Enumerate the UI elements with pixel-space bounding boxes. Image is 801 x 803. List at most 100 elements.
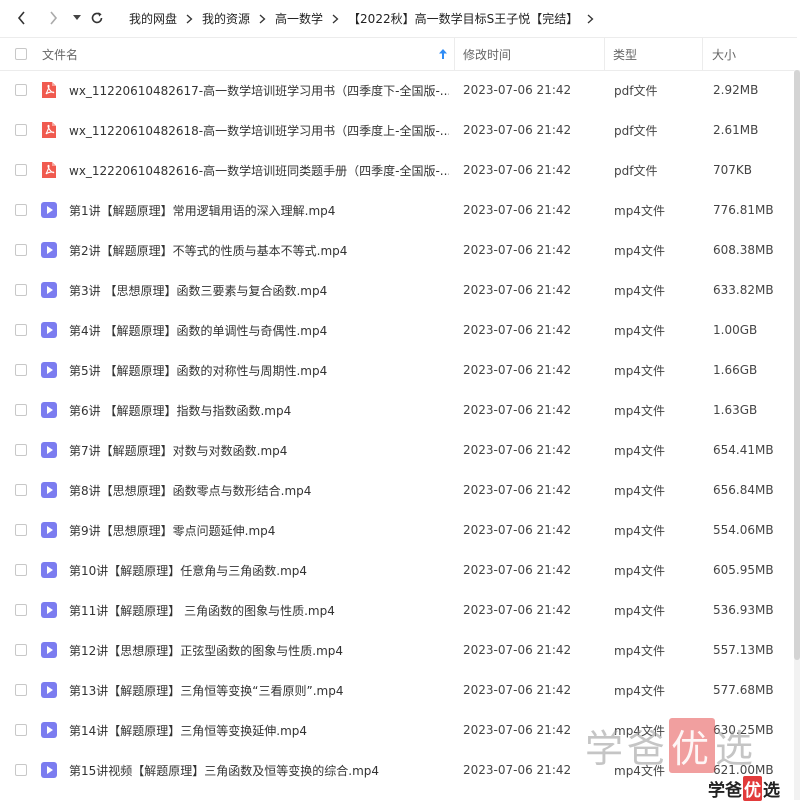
row-checkbox[interactable] [15,444,27,456]
watermark-char: 学 [708,781,725,801]
breadcrumb-item[interactable]: 我的网盘 [129,10,177,27]
row-checkbox[interactable] [15,204,27,216]
table-row[interactable]: 第8讲【思想原理】函数零点与数形结合.mp4 2023-07-06 21:42 mp… [0,470,797,510]
table-row[interactable]: 第7讲【解题原理】对数与对数函数.mp4 2023-07-06 21:42 mp4文… [0,430,797,470]
row-checkbox[interactable] [15,724,27,736]
row-checkbox[interactable] [15,484,27,496]
row-checkbox[interactable] [15,324,27,336]
modified-time: 2023-07-06 21:42 [463,83,572,97]
file-size: 536.93MB [713,603,774,617]
column-divider[interactable] [454,38,455,70]
file-type: mp4文件 [614,363,665,378]
file-type: pdf文件 [614,163,658,178]
video-icon [41,322,57,338]
file-name: 第13讲【解题原理】三角恒等变换“三看原则”.mp4 [69,683,344,698]
file-type: pdf文件 [614,123,658,138]
table-row[interactable]: 第4讲 【解题原理】函数的单调性与奇偶性.mp4 2023-07-06 21:42… [0,310,797,350]
pdf-icon [42,162,56,178]
table-row[interactable]: wx_11220610482618-高一数学培训班学习用书（四季度上-全国版-.… [0,110,797,150]
breadcrumb: 我的网盘 我的资源 高一数学 【2022秋】高一数学目标S王子悦【完结】 [129,0,603,37]
file-name: 第7讲【解题原理】对数与对数函数.mp4 [69,443,288,458]
breadcrumb-item[interactable]: 【2022秋】高一数学目标S王子悦【完结】 [348,10,578,27]
table-row[interactable]: 第11讲【解题原理】 三角函数的图象与性质.mp4 2023-07-06 21:4… [0,590,797,630]
column-label-size: 大小 [712,47,737,62]
file-type: mp4文件 [614,443,665,458]
forward-button[interactable] [43,8,63,28]
file-name: 第6讲 【解题原理】指数与指数函数.mp4 [69,403,292,418]
refresh-icon [91,12,103,24]
column-divider[interactable] [604,38,605,70]
column-header-size[interactable]: 大小 [712,38,736,70]
table-row[interactable]: 第12讲【思想原理】正弦型函数的图象与性质.mp4 2023-07-06 21:4… [0,630,797,670]
row-checkbox[interactable] [15,164,27,176]
watermark-char: 优 [743,776,762,801]
chevron-right-icon [259,14,266,24]
file-size: 554.06MB [713,523,774,537]
breadcrumb-more-chevron[interactable] [587,14,594,24]
file-name: 第12讲【思想原理】正弦型函数的图象与性质.mp4 [69,643,344,658]
column-header-name[interactable]: 文件名 [42,38,452,70]
file-size: 1.63GB [713,403,758,417]
breadcrumb-item[interactable]: 我的资源 [202,10,250,27]
row-checkbox[interactable] [15,244,27,256]
breadcrumb-item[interactable]: 高一数学 [275,10,323,27]
file-name: wx_12220610482616-高一数学培训班同类题手册（四季度-全国版-.… [69,163,449,178]
column-label-type: 类型 [613,47,638,62]
file-name: 第11讲【解题原理】 三角函数的图象与性质.mp4 [69,603,335,618]
row-checkbox[interactable] [15,124,27,136]
video-icon [41,722,57,738]
file-type: mp4文件 [614,483,665,498]
pdf-icon [42,82,56,98]
row-checkbox[interactable] [15,364,27,376]
table-row[interactable]: 第3讲 【思想原理】函数三要素与复合函数.mp4 2023-07-06 21:42… [0,270,797,310]
table-row[interactable]: wx_11220610482617-高一数学培训班学习用书（四季度下-全国版-.… [0,70,797,110]
file-type: mp4文件 [614,403,665,418]
row-checkbox[interactable] [15,404,27,416]
file-size: 776.81MB [713,203,774,217]
select-all-checkbox[interactable] [15,48,27,60]
row-checkbox[interactable] [15,564,27,576]
video-icon [41,522,57,538]
column-divider[interactable] [702,38,703,70]
row-checkbox[interactable] [15,684,27,696]
history-dropdown-button[interactable] [67,8,87,28]
table-row[interactable]: 第2讲【解题原理】不等式的性质与基本不等式.mp4 2023-07-06 21:4… [0,230,797,270]
refresh-button[interactable] [87,8,107,28]
row-checkbox[interactable] [15,84,27,96]
table-row[interactable]: 第6讲 【解题原理】指数与指数函数.mp4 2023-07-06 21:42 mp4… [0,390,797,430]
file-name: 第2讲【解题原理】不等式的性质与基本不等式.mp4 [69,243,348,258]
row-checkbox[interactable] [15,284,27,296]
modified-time: 2023-07-06 21:42 [463,123,572,137]
video-icon [41,762,57,778]
file-type: mp4文件 [614,203,665,218]
table-row[interactable]: wx_12220610482616-高一数学培训班同类题手册（四季度-全国版-.… [0,150,797,190]
scrollbar-thumb[interactable] [794,70,800,660]
file-name: 第1讲【解题原理】常用逻辑用语的深入理解.mp4 [69,203,336,218]
row-checkbox[interactable] [15,644,27,656]
table-row[interactable]: 第1讲【解题原理】常用逻辑用语的深入理解.mp4 2023-07-06 21:42… [0,190,797,230]
watermark-char: 优 [669,718,716,773]
column-header-modified[interactable]: 修改时间 [463,38,511,70]
file-type: mp4文件 [614,283,665,298]
table-row[interactable]: 第9讲【思想原理】零点问题延伸.mp4 2023-07-06 21:42 mp4文件… [0,510,797,550]
file-size: 654.41MB [713,443,774,457]
video-icon [41,562,57,578]
modified-time: 2023-07-06 21:42 [463,323,572,337]
chevron-right-icon [50,11,58,25]
row-checkbox[interactable] [15,524,27,536]
row-checkbox[interactable] [15,764,27,776]
video-icon [41,682,57,698]
file-name: wx_11220610482617-高一数学培训班学习用书（四季度下-全国版-.… [69,83,449,98]
modified-time: 2023-07-06 21:42 [463,203,572,217]
scrollbar-track[interactable] [794,70,800,800]
back-button[interactable] [12,8,32,28]
column-header-type[interactable]: 类型 [613,38,637,70]
table-row[interactable]: 第10讲【解题原理】任意角与三角函数.mp4 2023-07-06 21:42 mp… [0,550,797,590]
toolbar: 我的网盘 我的资源 高一数学 【2022秋】高一数学目标S王子悦【完结】 [0,0,801,37]
file-size: 557.13MB [713,643,774,657]
file-size: 605.95MB [713,563,774,577]
table-row[interactable]: 第5讲 【解题原理】函数的对称性与周期性.mp4 2023-07-06 21:42… [0,350,797,390]
table-row[interactable]: 第13讲【解题原理】三角恒等变换“三看原则”.mp4 2023-07-06 21:… [0,670,797,710]
video-icon [41,282,57,298]
row-checkbox[interactable] [15,604,27,616]
